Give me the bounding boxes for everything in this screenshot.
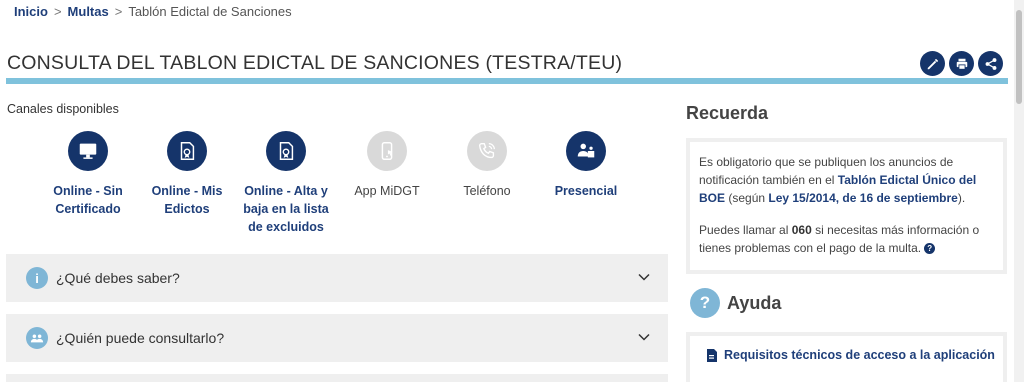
recuerda-paragraph: Puedes llamar al 060 si necesitas más in… — [699, 221, 995, 257]
ayuda-title: Ayuda — [727, 292, 782, 313]
help-tooltip-icon[interactable]: ? — [924, 243, 936, 255]
question-icon: ? — [690, 288, 720, 318]
share-icon — [985, 57, 996, 70]
recuerda-box: Es obligatorio que se publiquen los anun… — [686, 138, 1007, 274]
channel-online-alta-baja[interactable]: Online - Alta y baja en la lista de excl… — [236, 131, 336, 236]
ley-link[interactable]: Ley 15/2014, de 16 de septiembre — [768, 191, 957, 205]
document-certificate-icon — [167, 131, 207, 171]
chevron-down-icon — [638, 273, 650, 281]
ayuda-header: ? Ayuda — [690, 288, 781, 318]
phone-number: 060 — [791, 223, 812, 237]
phone-icon — [467, 131, 507, 171]
channel-app-midgt: App MiDGT — [337, 131, 437, 200]
print-button[interactable] — [949, 51, 974, 76]
breadcrumb-home-link[interactable]: Inicio — [14, 4, 48, 19]
channel-label: Online - Sin Certificado — [53, 184, 123, 216]
edit-button[interactable] — [920, 51, 945, 76]
title-underline — [6, 78, 1008, 84]
accordion-title: ¿Quién puede consultarlo? — [56, 330, 225, 346]
share-button[interactable] — [978, 51, 1003, 76]
channel-label: Presencial — [554, 184, 618, 198]
chevron-down-icon — [638, 333, 650, 341]
breadcrumb: Inicio > Multas > Tablón Edictal de Sancione… — [14, 4, 292, 19]
accordion-title: ¿Qué debes saber? — [56, 270, 180, 286]
channels-label: Canales disponibles — [7, 102, 119, 116]
channel-label: Online - Mis Edictos — [151, 184, 223, 216]
channel-online-mis-edictos[interactable]: Online - Mis Edictos — [137, 131, 237, 218]
page-title: CONSULTA DEL TABLON EDICTAL DE SANCIONES… — [7, 52, 623, 74]
people-icon — [26, 327, 48, 349]
info-icon: i — [26, 267, 48, 289]
recuerda-text: ). — [957, 191, 966, 205]
channel-online-sin-certificado[interactable]: Online - Sin Certificado — [38, 131, 138, 218]
pencil-icon — [927, 58, 938, 69]
requisitos-tecnicos-link[interactable]: Requisitos técnicos de acceso a la aplic… — [724, 348, 995, 362]
recuerda-text: Puedes llamar al — [699, 223, 792, 237]
channel-label: Teléfono — [463, 184, 511, 198]
breadcrumb-multas-link[interactable]: Multas — [68, 4, 109, 19]
monitor-icon — [68, 131, 108, 171]
breadcrumb-separator: > — [53, 4, 62, 19]
recuerda-text: (según — [725, 191, 769, 205]
accordion-que-debes-saber[interactable]: i ¿Qué debes saber? — [6, 254, 668, 302]
ayuda-box: Requisitos técnicos de acceso a la aplic… — [686, 332, 1007, 382]
document-certificate-icon — [266, 131, 306, 171]
mobile-app-icon — [367, 131, 407, 171]
accordion-quien-puede-consultarlo[interactable]: ¿Quién puede consultarlo? — [6, 314, 668, 362]
breadcrumb-separator: > — [114, 4, 123, 19]
breadcrumb-current: Tablón Edictal de Sanciones — [128, 4, 292, 19]
accordion-next[interactable] — [6, 374, 668, 382]
channel-telefono: Teléfono — [437, 131, 537, 200]
channel-label: App MiDGT — [354, 184, 420, 198]
document-icon — [707, 349, 717, 362]
page-actions — [920, 51, 1003, 76]
page-scrollbar[interactable] — [1014, 0, 1024, 382]
recuerda-title: Recuerda — [686, 103, 769, 123]
scrollbar-thumb[interactable] — [1016, 10, 1022, 104]
channel-presencial[interactable]: Presencial — [536, 131, 636, 200]
recuerda-paragraph: Es obligatorio que se publiquen los anun… — [699, 153, 995, 207]
person-desk-icon — [566, 131, 606, 171]
channel-label: Online - Alta y baja en la lista de excl… — [243, 184, 329, 234]
printer-icon — [956, 58, 967, 70]
